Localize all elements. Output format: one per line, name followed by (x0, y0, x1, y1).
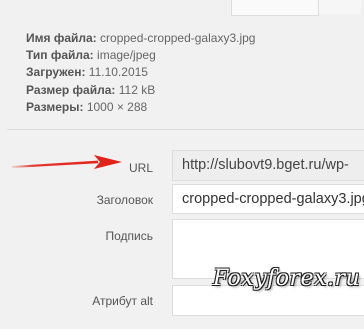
uploaded-value: 11.10.2015 (88, 65, 148, 80)
top-toolbar-box-secondary (318, 0, 361, 14)
title-input[interactable]: cropped-cropped-galaxy3.jpg (172, 184, 364, 214)
file-name-row: Имя файла: cropped-cropped-galaxy3.jpg (26, 30, 255, 47)
file-name-label: Имя файла: (26, 31, 97, 45)
file-details: Имя файла: cropped-cropped-galaxy3.jpg Т… (26, 30, 255, 116)
file-type-label: Тип файла: (26, 48, 94, 63)
file-size-label: Размер файла: (26, 82, 116, 97)
top-toolbar-box (231, 0, 319, 16)
file-size-value: 112 kB (118, 82, 156, 97)
dimensions-label: Размеры: (26, 99, 84, 114)
dimensions-row: Размеры: 1000 × 288 (26, 99, 255, 116)
uploaded-row: Загружен: 11.10.2015 (26, 64, 255, 81)
url-field[interactable]: http://slubovt9.bget.ru/wp- (172, 150, 364, 181)
file-name-value: cropped-cropped-galaxy3.jpg (100, 31, 256, 45)
red-arrow-icon (12, 155, 122, 169)
file-type-value: image/jpeg (97, 48, 156, 63)
alt-label: Атрибут alt (92, 294, 153, 308)
url-label: URL (128, 161, 153, 175)
section-divider (7, 129, 364, 130)
file-type-row: Тип файла: image/jpeg (26, 47, 255, 64)
watermark: Foxyforex.ru (213, 266, 361, 291)
uploaded-label: Загружен: (26, 65, 86, 80)
dimensions-value: 1000 × 288 (86, 99, 148, 114)
title-label: Заголовок (96, 193, 153, 207)
file-size-row: Размер файла: 112 kB (26, 82, 255, 99)
caption-label: Подпись (105, 229, 154, 243)
